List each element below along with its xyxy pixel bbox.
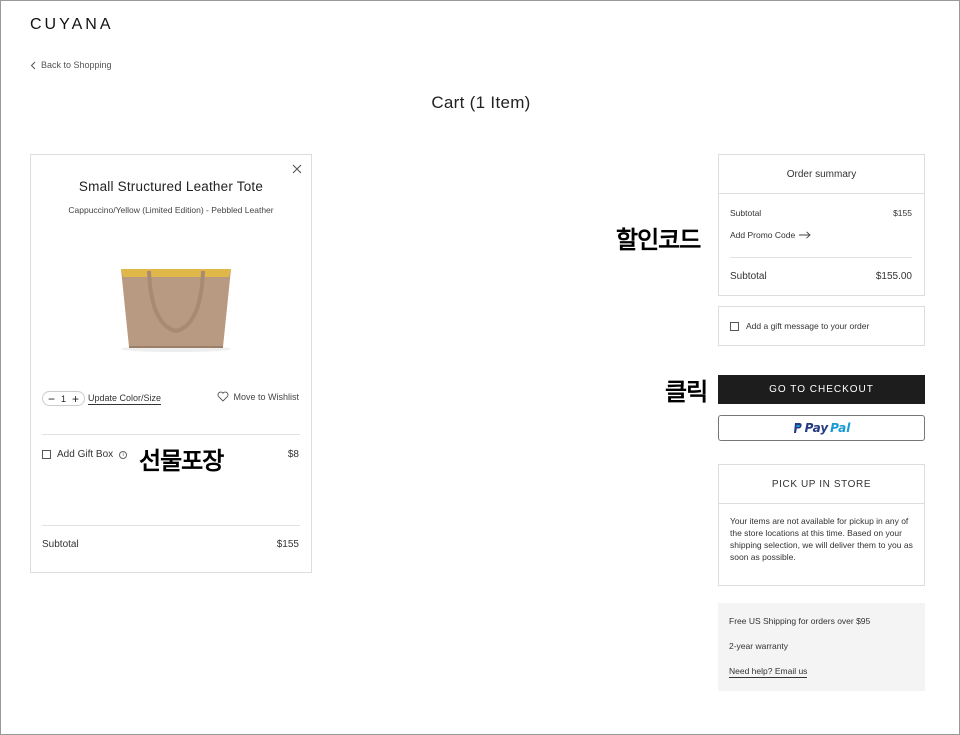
pickup-title: PICK UP IN STORE xyxy=(719,465,924,504)
paypal-button[interactable]: Pay Pal xyxy=(718,415,925,441)
summary-subtotal-value: $155 xyxy=(893,208,912,218)
close-icon[interactable] xyxy=(291,163,303,175)
chevron-left-icon xyxy=(30,61,36,69)
back-link-label: Back to Shopping xyxy=(41,60,112,70)
gift-box-checkbox[interactable] xyxy=(42,450,51,459)
paypal-icon xyxy=(793,423,802,433)
item-subtotal-value: $155 xyxy=(276,539,299,550)
help-email-link[interactable]: Need help? Email us xyxy=(729,666,808,678)
page-title: Cart (1 Item) xyxy=(431,93,531,112)
annotation-click: 클릭 xyxy=(665,378,708,406)
summary-total-row: Subtotal $155.00 xyxy=(730,271,912,282)
gift-message-option[interactable]: Add a gift message to your order xyxy=(718,306,925,346)
arrow-right-icon xyxy=(799,231,811,239)
annotation-gift-wrap: 선물포장 xyxy=(139,447,224,475)
product-image[interactable] xyxy=(111,255,241,355)
divider xyxy=(42,434,300,435)
wishlist-label: Move to Wishlist xyxy=(233,391,299,402)
item-subtotal-label: Subtotal xyxy=(42,539,79,550)
order-summary: Order summary Subtotal $155 Add Promo Co… xyxy=(718,154,925,296)
warranty-text: 2-year warranty xyxy=(729,641,789,651)
shipping-info-box: Free US Shipping for orders over $95 2-y… xyxy=(718,603,925,691)
paypal-label-pal: Pal xyxy=(830,421,851,435)
free-shipping-text: Free US Shipping for orders over $95 xyxy=(729,616,871,626)
quantity-value: 1 xyxy=(61,393,67,404)
cart-item-card: Small Structured Leather Tote Cappuccino… xyxy=(30,154,312,573)
increase-quantity-button[interactable]: + xyxy=(72,393,79,405)
divider xyxy=(730,257,912,258)
summary-total-value: $155.00 xyxy=(875,271,912,282)
go-to-checkout-button[interactable]: GO TO CHECKOUT xyxy=(718,375,925,404)
decrease-quantity-button[interactable]: − xyxy=(48,393,55,405)
paypal-label-pay: Pay xyxy=(804,421,829,435)
pickup-in-store-panel: PICK UP IN STORE Your items are not avai… xyxy=(718,464,925,586)
back-to-shopping-link[interactable]: Back to Shopping xyxy=(30,60,112,70)
summary-subtotal-row: Subtotal $155 xyxy=(730,208,912,218)
summary-total-label: Subtotal xyxy=(730,271,767,282)
promo-code-label: Add Promo Code xyxy=(730,230,796,240)
gift-message-label: Add a gift message to your order xyxy=(746,321,870,331)
pickup-message: Your items are not available for pickup … xyxy=(730,516,913,562)
move-to-wishlist-button[interactable]: Move to Wishlist xyxy=(217,391,299,402)
divider xyxy=(42,525,300,526)
gift-message-checkbox[interactable] xyxy=(730,321,739,331)
gift-box-option[interactable]: Add Gift Box i xyxy=(42,449,128,460)
gift-box-label: Add Gift Box xyxy=(57,449,114,460)
heart-icon xyxy=(218,391,229,402)
product-variant: Cappuccino/Yellow (Limited Edition) - Pe… xyxy=(68,205,274,215)
product-name[interactable]: Small Structured Leather Tote xyxy=(31,179,311,194)
summary-subtotal-label: Subtotal xyxy=(730,208,762,218)
gift-box-price: $8 xyxy=(287,449,299,460)
add-promo-code-link[interactable]: Add Promo Code xyxy=(730,230,811,240)
annotation-promo-code: 할인코드 xyxy=(616,226,701,254)
update-color-size-link[interactable]: Update Color/Size xyxy=(88,393,162,405)
quantity-stepper[interactable]: − 1 + xyxy=(42,391,86,406)
info-icon[interactable]: i xyxy=(119,450,128,459)
order-summary-title: Order summary xyxy=(719,155,924,194)
brand-logo[interactable]: CUYANA xyxy=(30,16,114,34)
